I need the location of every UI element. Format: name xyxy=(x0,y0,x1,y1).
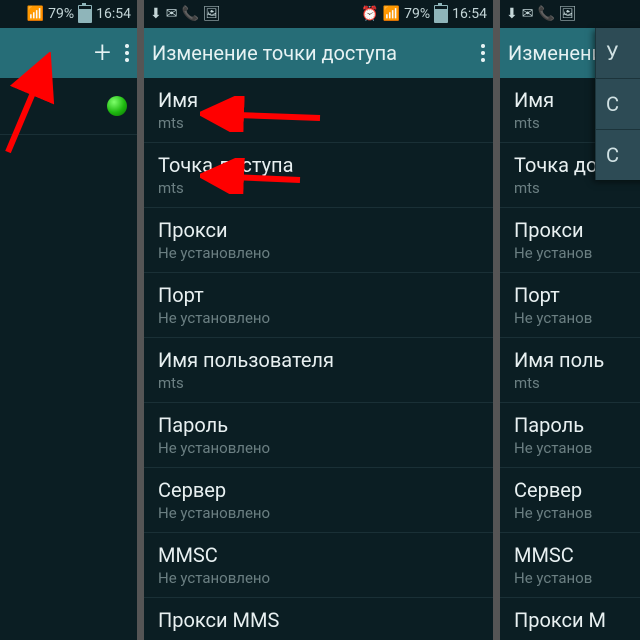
clock: 16:54 xyxy=(452,6,487,22)
setting-value: Не установ xyxy=(514,569,626,587)
setting-row[interactable]: Порт Не установлено xyxy=(144,273,493,338)
settings-list: Имя mts Точка доступа mts Прокси Не установле… xyxy=(144,78,493,640)
overflow-menu: УСС xyxy=(595,28,640,180)
menu-item[interactable]: С xyxy=(596,130,640,180)
setting-value: Не установ xyxy=(514,439,626,457)
setting-row[interactable]: Сервер Не установ xyxy=(500,468,640,533)
setting-value: mts xyxy=(158,179,479,197)
setting-value: Не установлено xyxy=(158,569,479,587)
setting-value: Не установ xyxy=(514,244,626,262)
wifi-icon: 📶 xyxy=(383,6,400,22)
clock: 16:54 xyxy=(96,6,131,22)
setting-value: Не установлено xyxy=(158,504,479,522)
setting-row[interactable]: Прокси M xyxy=(500,598,640,640)
message-icon: ✉ xyxy=(522,6,534,22)
setting-value: Не установлено xyxy=(158,309,479,327)
setting-value: mts xyxy=(514,374,626,392)
picture-icon: 🖼 xyxy=(203,6,221,22)
phone-2: ⬇ ✉ 📞 🖼 ⏰ 📶 79% 16:54 Изменение точки до… xyxy=(144,0,493,640)
setting-row[interactable]: Прокси Не установ xyxy=(500,208,640,273)
setting-label: MMSC xyxy=(158,543,479,567)
setting-label: Имя пользователя xyxy=(158,348,479,372)
phone-icon: 📞 xyxy=(181,6,198,22)
setting-label: MMSC xyxy=(514,543,626,567)
setting-row[interactable]: MMSC Не установлено xyxy=(144,533,493,598)
setting-row[interactable]: Пароль Не установлено xyxy=(144,403,493,468)
phone-1: 📶 79% 16:54 + xyxy=(0,0,137,640)
setting-label: Прокси xyxy=(158,218,479,242)
download-icon: ⬇ xyxy=(150,6,162,22)
apn-row[interactable] xyxy=(0,78,137,135)
setting-row[interactable]: Прокси MMS xyxy=(144,598,493,640)
setting-label: Прокси xyxy=(514,218,626,242)
setting-label: Сервер xyxy=(158,478,479,502)
setting-row[interactable]: Имя поль mts xyxy=(500,338,640,403)
menu-item[interactable]: С xyxy=(596,79,640,130)
setting-value: Не установ xyxy=(514,309,626,327)
battery-icon xyxy=(78,5,92,23)
setting-label: Прокси MMS xyxy=(158,608,479,632)
alarm-icon: ⏰ xyxy=(361,6,378,22)
page-title: Изменение точки доступа xyxy=(152,41,397,65)
setting-row[interactable]: Пароль Не установ xyxy=(500,403,640,468)
battery-icon xyxy=(434,5,448,23)
setting-value: Не установ xyxy=(514,504,626,522)
setting-label: Пароль xyxy=(514,413,626,437)
setting-label: Прокси M xyxy=(514,608,626,632)
setting-row[interactable]: Точка доступа mts xyxy=(144,143,493,208)
menu-item[interactable]: У xyxy=(596,28,640,79)
setting-label: Имя поль xyxy=(514,348,626,372)
setting-value: mts xyxy=(158,374,479,392)
radio-selected-icon[interactable] xyxy=(107,96,127,116)
message-icon: ✉ xyxy=(166,6,178,22)
download-icon: ⬇ xyxy=(506,6,518,22)
setting-label: Имя xyxy=(158,88,479,112)
setting-row[interactable]: Порт Не установ xyxy=(500,273,640,338)
status-bar: 📶 79% 16:54 xyxy=(0,0,137,28)
battery-percent: 79% xyxy=(404,6,430,22)
setting-row[interactable]: Сервер Не установлено xyxy=(144,468,493,533)
battery-percent: 79% xyxy=(48,6,74,22)
setting-label: Пароль xyxy=(158,413,479,437)
more-button[interactable] xyxy=(125,44,129,62)
setting-row[interactable]: MMSC Не установ xyxy=(500,533,640,598)
setting-value: Не установлено xyxy=(158,244,479,262)
picture-icon: 🖼 xyxy=(559,6,577,22)
add-button[interactable]: + xyxy=(94,38,111,68)
setting-label: Точка доступа xyxy=(158,153,479,177)
status-bar: ⬇ ✉ 📞 🖼 xyxy=(500,0,640,28)
setting-value: Не установлено xyxy=(158,439,479,457)
phone-icon: 📞 xyxy=(537,6,554,22)
setting-label: Порт xyxy=(514,283,626,307)
action-bar: + xyxy=(0,28,137,78)
setting-row[interactable]: Прокси Не установлено xyxy=(144,208,493,273)
phone-3: ⬇ ✉ 📞 🖼 Изменение ИмяmtsТочка доmtsПрокс… xyxy=(500,0,640,640)
status-bar: ⬇ ✉ 📞 🖼 ⏰ 📶 79% 16:54 xyxy=(144,0,493,28)
setting-label: Сервер xyxy=(514,478,626,502)
setting-value: mts xyxy=(514,179,626,197)
action-bar: Изменение точки доступа xyxy=(144,28,493,78)
setting-row[interactable]: Имя mts xyxy=(144,78,493,143)
setting-row[interactable]: Имя пользователя mts xyxy=(144,338,493,403)
setting-label: Порт xyxy=(158,283,479,307)
setting-value: mts xyxy=(158,114,479,132)
more-button[interactable] xyxy=(481,44,485,62)
wifi-icon: 📶 xyxy=(27,6,44,22)
